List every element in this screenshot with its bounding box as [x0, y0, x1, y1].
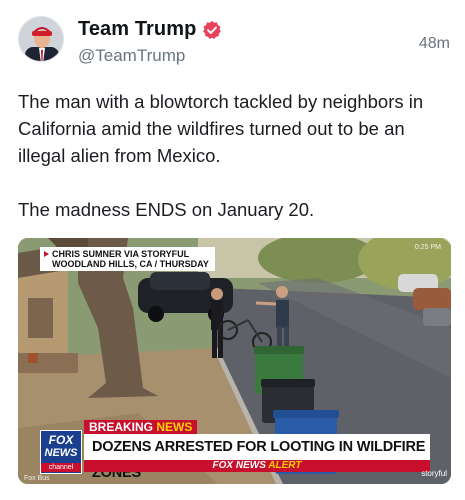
logo-line-1: FOX — [48, 433, 74, 447]
credit-line-2: WOODLAND HILLS, CA / THURSDAY — [52, 259, 209, 269]
logo-line-3: channel — [41, 463, 81, 472]
avatar-image — [19, 17, 63, 61]
credit-line-1: CHRIS SUMNER VIA STORYFUL — [52, 249, 190, 259]
author-handle[interactable]: @TeamTrump — [78, 46, 222, 66]
verified-badge-icon — [202, 20, 222, 40]
fox-news-alert-bar: FOX NEWS ALERT — [84, 460, 430, 472]
video-credit-caption: CHRIS SUMNER VIA STORYFUL WOODLAND HILLS… — [40, 247, 215, 271]
post-text-paragraph-2: The madness ENDS on January 20. — [18, 199, 315, 220]
post-text: The man with a blowtorch tackled by neig… — [18, 88, 450, 223]
post-media-video[interactable]: CHRIS SUMNER VIA STORYFUL WOODLAND HILLS… — [18, 238, 451, 484]
display-name[interactable]: Team Trump — [78, 18, 196, 41]
storyful-watermark: storyful — [421, 469, 447, 478]
avatar[interactable] — [18, 16, 64, 62]
breaking-news-tag: BREAKING NEWS — [84, 420, 198, 435]
breaking-word: BREAKING — [89, 420, 154, 434]
name-row: Team Trump — [78, 18, 222, 41]
fox-news-logo: FOX NEWS channel — [40, 430, 82, 474]
video-timestamp: 0:25 PM — [414, 244, 441, 251]
author-names: Team Trump @TeamTrump — [78, 18, 222, 66]
breaking-news-word: NEWS — [156, 420, 193, 434]
alert-prefix: FOX NEWS — [212, 460, 266, 471]
logo-line-2: NEWS — [44, 447, 78, 459]
corner-bug-text: Fox Bus — [24, 475, 50, 482]
alert-word: ALERT — [268, 460, 302, 471]
post-header: Team Trump @TeamTrump 48m — [18, 16, 450, 68]
post-text-paragraph-1: The man with a blowtorch tackled by neig… — [18, 91, 424, 166]
chyron-headline: DOZENS ARRESTED FOR LOOTING IN WILDFIRE … — [84, 434, 430, 481]
post-timestamp[interactable]: 48m — [419, 35, 450, 53]
